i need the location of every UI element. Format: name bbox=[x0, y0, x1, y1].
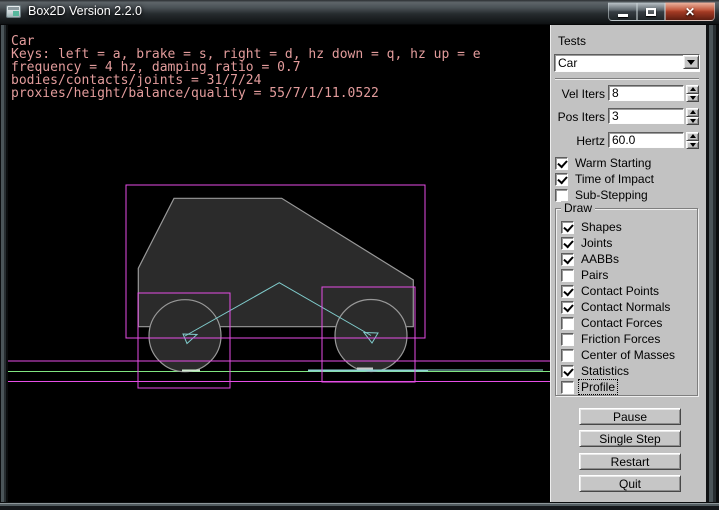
maximize-button[interactable] bbox=[637, 2, 665, 21]
checkbox[interactable] bbox=[561, 269, 574, 282]
quit-button[interactable]: Quit bbox=[579, 475, 681, 492]
checkbox[interactable] bbox=[561, 365, 574, 378]
checkbox-profile[interactable]: Profile bbox=[561, 380, 617, 394]
status-line-proxies: proxies/height/balance/quality = 55/7/1/… bbox=[11, 87, 379, 100]
minimize-icon bbox=[618, 14, 628, 17]
tests-dropdown-button[interactable] bbox=[683, 55, 699, 69]
maximize-icon bbox=[646, 8, 656, 16]
pos-iters-spinner bbox=[686, 108, 699, 125]
checkbox-label: Sub-Stepping bbox=[573, 188, 650, 202]
checkbox-contact-normals[interactable]: Contact Normals bbox=[561, 300, 672, 314]
checkbox-center-of-masses[interactable]: Center of Masses bbox=[561, 348, 677, 362]
checkbox-label: Shapes bbox=[579, 220, 624, 234]
checkbox-time-of-impact[interactable]: Time of Impact bbox=[555, 172, 656, 186]
checkbox[interactable] bbox=[561, 333, 574, 346]
draw-group-label: Draw bbox=[561, 201, 595, 215]
checkbox-label: Joints bbox=[579, 236, 614, 250]
checkbox-statistics[interactable]: Statistics bbox=[561, 364, 631, 378]
window-border-right bbox=[706, 25, 719, 502]
checkbox-aabbs[interactable]: AABBs bbox=[561, 252, 621, 266]
checkbox-contact-forces[interactable]: Contact Forces bbox=[561, 316, 664, 330]
tests-label: Tests bbox=[558, 34, 586, 48]
vel-iters-spinner-up[interactable] bbox=[686, 85, 699, 94]
checkbox-friction-forces[interactable]: Friction Forces bbox=[561, 332, 662, 346]
hertz-spinner bbox=[686, 132, 699, 149]
vel-iters-spinner-down[interactable] bbox=[686, 94, 699, 103]
vel-iters-spinner bbox=[686, 85, 699, 102]
spinner-up-icon bbox=[690, 134, 696, 138]
checkbox-label: Pairs bbox=[579, 268, 610, 282]
tests-dropdown-value: Car bbox=[558, 56, 577, 70]
tests-dropdown[interactable]: Car bbox=[554, 54, 700, 72]
checkbox-sub-stepping[interactable]: Sub-Stepping bbox=[555, 188, 650, 202]
hertz-spinner-up[interactable] bbox=[686, 132, 699, 141]
hertz-spinner-down[interactable] bbox=[686, 141, 699, 150]
single-step-button[interactable]: Single Step bbox=[579, 430, 681, 447]
simulation-canvas[interactable]: Car Keys: left = a, brake = s, right = d… bbox=[8, 25, 550, 502]
checkbox[interactable] bbox=[555, 157, 568, 170]
checkbox[interactable] bbox=[561, 381, 574, 394]
checkbox[interactable] bbox=[561, 349, 574, 362]
close-button[interactable]: ✕ bbox=[665, 2, 715, 21]
spinner-down-icon bbox=[690, 96, 696, 100]
checkbox[interactable] bbox=[561, 237, 574, 250]
checkbox-label: Contact Forces bbox=[579, 316, 664, 330]
title-bar[interactable]: Box2D Version 2.2.0 ✕ bbox=[0, 0, 719, 25]
checkbox-label: Contact Points bbox=[579, 284, 661, 298]
restart-button[interactable]: Restart bbox=[579, 453, 681, 470]
checkbox-warm-starting[interactable]: Warm Starting bbox=[555, 156, 653, 170]
spinner-up-icon bbox=[690, 110, 696, 114]
checkbox-label: Statistics bbox=[579, 364, 631, 378]
pos-iters-label: Pos Iters bbox=[555, 110, 605, 124]
spinner-down-icon bbox=[690, 119, 696, 123]
checkbox-label: Contact Normals bbox=[579, 300, 672, 314]
control-panel: Tests Car Vel Iters Pos Iters Hertz Warm bbox=[550, 25, 706, 502]
checkbox[interactable] bbox=[561, 301, 574, 314]
hertz-input[interactable] bbox=[608, 132, 684, 148]
checkbox[interactable] bbox=[561, 285, 574, 298]
checkbox-label: Friction Forces bbox=[579, 332, 662, 346]
pos-iters-spinner-down[interactable] bbox=[686, 117, 699, 126]
spinner-up-icon bbox=[690, 87, 696, 91]
pos-iters-input[interactable] bbox=[608, 108, 684, 124]
spinner-down-icon bbox=[690, 143, 696, 147]
checkbox[interactable] bbox=[561, 317, 574, 330]
checkbox-joints[interactable]: Joints bbox=[561, 236, 614, 250]
checkbox-label: Profile bbox=[579, 380, 617, 394]
checkbox[interactable] bbox=[555, 173, 568, 186]
checkbox-pairs[interactable]: Pairs bbox=[561, 268, 610, 282]
checkbox[interactable] bbox=[555, 189, 568, 202]
dropdown-arrow-icon bbox=[687, 60, 695, 65]
checkbox[interactable] bbox=[561, 253, 574, 266]
checkbox-shapes[interactable]: Shapes bbox=[561, 220, 624, 234]
vel-iters-label: Vel Iters bbox=[555, 87, 605, 101]
window-border-bottom bbox=[0, 502, 719, 510]
checkbox-contact-points[interactable]: Contact Points bbox=[561, 284, 661, 298]
window-title: Box2D Version 2.2.0 bbox=[28, 4, 142, 18]
checkbox-label: AABBs bbox=[579, 252, 621, 266]
checkbox-label: Time of Impact bbox=[573, 172, 656, 186]
pause-button[interactable]: Pause bbox=[579, 408, 681, 425]
hertz-label: Hertz bbox=[555, 134, 605, 148]
separator bbox=[555, 78, 699, 80]
window-border-left bbox=[0, 25, 8, 502]
app-icon[interactable] bbox=[6, 5, 21, 18]
checkbox[interactable] bbox=[561, 221, 574, 234]
checkbox-label: Center of Masses bbox=[579, 348, 677, 362]
pos-iters-spinner-up[interactable] bbox=[686, 108, 699, 117]
checkbox-label: Warm Starting bbox=[573, 156, 653, 170]
close-icon: ✕ bbox=[685, 6, 695, 18]
minimize-button[interactable] bbox=[608, 2, 637, 21]
box2d-testbed-window: Box2D Version 2.2.0 ✕ bbox=[0, 0, 719, 510]
vel-iters-input[interactable] bbox=[608, 85, 684, 101]
